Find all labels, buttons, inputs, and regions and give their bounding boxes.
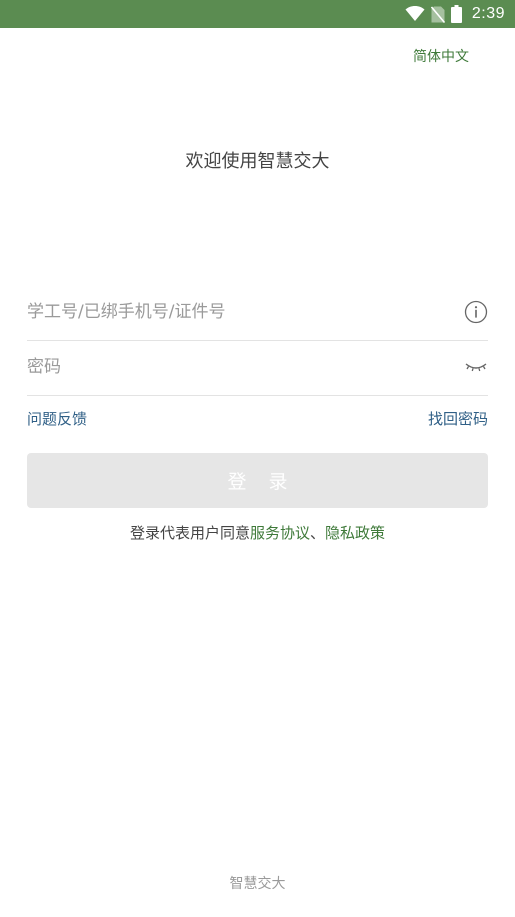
agreement-prefix: 登录代表用户同意 xyxy=(129,524,250,542)
wifi-icon xyxy=(405,6,425,22)
account-field xyxy=(27,285,488,341)
password-field xyxy=(27,340,488,396)
account-input[interactable] xyxy=(27,285,447,339)
status-time: 2:39 xyxy=(471,5,505,22)
status-bar: 2:39 xyxy=(0,0,515,28)
password-input[interactable] xyxy=(27,340,447,394)
info-icon[interactable] xyxy=(464,300,488,324)
feedback-link[interactable]: 问题反馈 xyxy=(27,408,87,429)
battery-icon xyxy=(450,5,462,23)
footer-app-name: 智慧交大 xyxy=(229,876,286,892)
welcome-title: 欢迎使用智慧交大 xyxy=(185,151,330,172)
eye-closed-icon[interactable] xyxy=(464,355,488,379)
privacy-policy-link[interactable]: 隐私政策 xyxy=(325,524,385,542)
agreement-separator: 、 xyxy=(310,524,326,542)
service-agreement-link[interactable]: 服务协议 xyxy=(250,524,310,542)
language-switch[interactable]: 简体中文 xyxy=(413,46,469,66)
login-button[interactable]: 登 录 xyxy=(27,453,488,508)
no-sim-icon xyxy=(430,5,445,23)
forgot-password-link[interactable]: 找回密码 xyxy=(428,408,488,429)
agreement-text: 登录代表用户同意服务协议、隐私政策 xyxy=(0,522,515,543)
status-icons: 2:39 xyxy=(405,0,505,28)
